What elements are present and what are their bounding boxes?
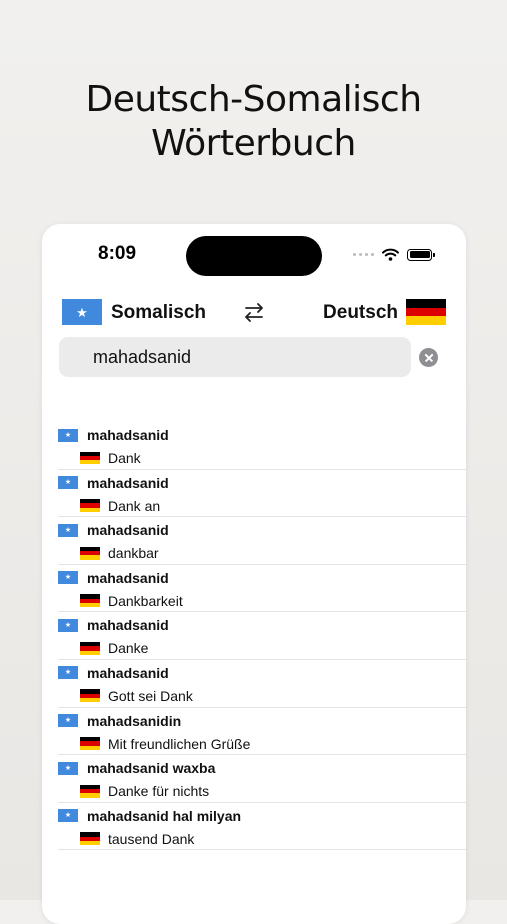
german-term: Mit freundlichen Grüße	[108, 735, 251, 752]
somali-term: mahadsanid	[87, 522, 169, 539]
status-icons	[353, 248, 435, 261]
flag-germany-icon	[80, 499, 100, 513]
wifi-icon	[382, 248, 399, 261]
german-term: Dank an	[108, 497, 161, 514]
swap-languages-button[interactable]	[242, 300, 266, 324]
flag-somalia-icon: ★	[58, 523, 78, 537]
somali-term-row: ★ mahadsanid	[58, 427, 169, 443]
flag-somalia-icon: ★	[58, 666, 78, 680]
flag-germany-icon	[80, 594, 100, 608]
result-item[interactable]: ★ mahadsanid Dank an	[58, 470, 466, 518]
german-term-row: Danke	[80, 640, 148, 656]
flag-germany-icon	[80, 689, 100, 703]
somali-term-row: ★ mahadsanid	[58, 617, 169, 633]
result-item[interactable]: ★ mahadsanid Dankbarkeit	[58, 565, 466, 613]
somali-term: mahadsanid	[87, 664, 169, 681]
target-language-button[interactable]: Deutsch	[323, 302, 398, 324]
battery-icon	[407, 248, 435, 261]
flag-somalia-icon: ★	[58, 809, 78, 823]
search-input[interactable]	[93, 337, 393, 377]
german-term: Gott sei Dank	[108, 687, 193, 704]
promo-title-line-2: Wörterbuch	[151, 123, 356, 164]
flag-somalia-icon: ★	[58, 571, 78, 585]
source-language-button[interactable]: Somalisch	[111, 302, 206, 324]
somali-term-row: ★ mahadsanid hal milyan	[58, 808, 241, 824]
somali-term: mahadsanid	[87, 617, 169, 634]
language-selector: ★ Somalisch Deutsch	[62, 298, 446, 326]
german-term-row: tausend Dank	[80, 831, 194, 847]
result-item[interactable]: ★ mahadsanid Gott sei Dank	[58, 660, 466, 708]
somali-term: mahadsanid	[87, 474, 169, 491]
flag-somalia-icon[interactable]: ★	[62, 299, 102, 325]
german-term-row: Dankbarkeit	[80, 593, 183, 609]
promo-title: Deutsch-Somalisch Wörterbuch	[0, 78, 507, 166]
german-term: Dank	[108, 450, 141, 466]
somali-term-row: ★ mahadsanid waxba	[58, 760, 215, 776]
somali-term-row: ★ mahadsanid	[58, 522, 169, 538]
results-list: ★ mahadsanid Dank ★ mahadsanid Dank an ★ mahads…	[58, 422, 466, 851]
result-item[interactable]: ★ mahadsanidin Mit freundlichen Grüße	[58, 708, 466, 756]
flag-germany-icon	[80, 641, 100, 655]
german-term: dankbar	[108, 545, 159, 562]
result-item[interactable]: ★ mahadsanid waxba Danke für nichts	[58, 755, 466, 803]
search-field[interactable]	[59, 337, 411, 377]
flag-germany-icon	[80, 832, 100, 846]
german-term-row: Gott sei Dank	[80, 688, 193, 704]
status-time: 8:09	[98, 243, 137, 264]
german-term: tausend Dank	[108, 830, 195, 847]
flag-somalia-icon: ★	[58, 428, 78, 442]
german-term-row: Danke für nichts	[80, 783, 209, 799]
flag-somalia-icon: ★	[58, 761, 78, 775]
flag-germany-icon	[80, 737, 100, 751]
somali-term-row: ★ mahadsanidin	[58, 713, 181, 729]
result-item[interactable]: ★ mahadsanid Dank	[58, 422, 466, 470]
flag-germany-icon	[80, 451, 100, 465]
result-item[interactable]: ★ mahadsanid Danke	[58, 612, 466, 660]
flag-germany-icon	[80, 784, 100, 798]
phone-screen: 8:09 ★ Somalisch Deutsch ★ mahadsanid Dank…	[42, 224, 466, 924]
flag-somalia-icon: ★	[58, 714, 78, 728]
dynamic-island	[186, 236, 322, 276]
somali-term: mahadsanid waxba	[87, 760, 216, 777]
somali-term-row: ★ mahadsanid	[58, 475, 169, 491]
somali-term: mahadsanidin	[87, 712, 182, 729]
cellular-signal-icon	[353, 253, 374, 256]
somali-term: mahadsanid	[87, 569, 169, 586]
german-term-row: Dank an	[80, 498, 160, 514]
german-term: Dankbarkeit	[108, 592, 183, 609]
somali-term-row: ★ mahadsanid	[58, 665, 169, 681]
flag-somalia-icon: ★	[58, 618, 78, 632]
flag-germany-icon	[80, 546, 100, 560]
flag-germany-icon[interactable]	[406, 299, 446, 326]
somali-term: mahadsanid	[87, 427, 169, 443]
promo-title-line-1: Deutsch-Somalisch	[85, 79, 422, 120]
german-term: Danke	[108, 640, 149, 657]
clear-search-button[interactable]	[419, 348, 438, 367]
german-term-row: Mit freundlichen Grüße	[80, 736, 250, 752]
german-term-row: dankbar	[80, 545, 159, 561]
result-item[interactable]: ★ mahadsanid hal milyan tausend Dank	[58, 803, 466, 851]
german-term-row: Dank	[80, 450, 141, 466]
somali-term-row: ★ mahadsanid	[58, 570, 169, 586]
german-term: Danke für nichts	[108, 783, 210, 800]
flag-somalia-icon: ★	[58, 476, 78, 490]
somali-term: mahadsanid hal milyan	[87, 807, 242, 824]
result-item[interactable]: ★ mahadsanid dankbar	[58, 517, 466, 565]
